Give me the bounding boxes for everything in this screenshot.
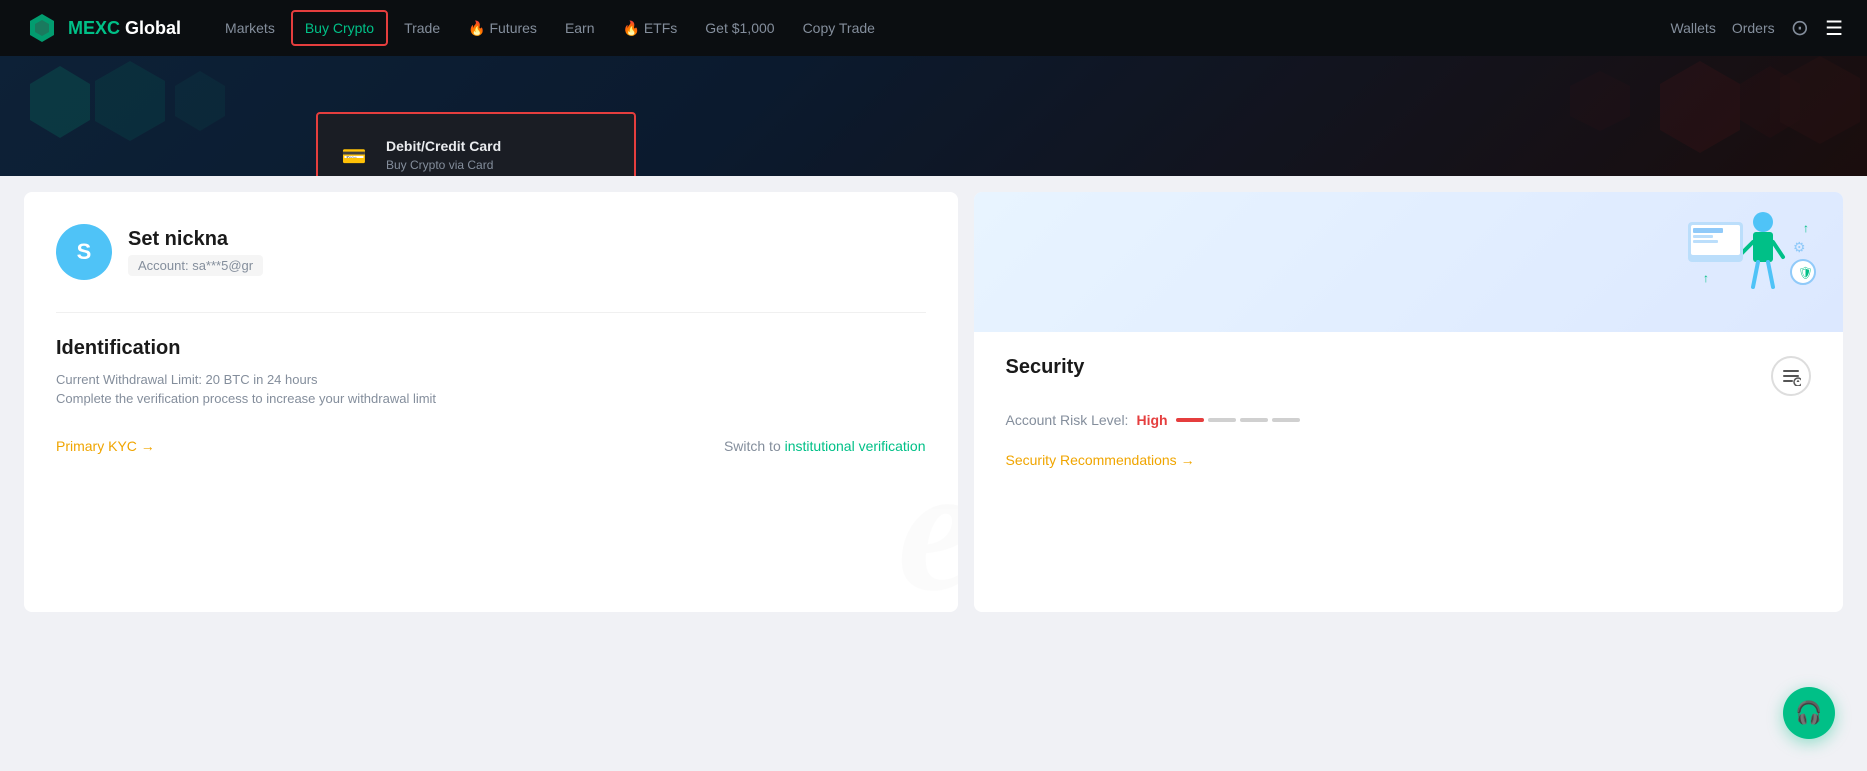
left-panel: S Set nickna Account: sa***5@gr Identifi…: [24, 192, 958, 612]
security-header: Security: [1006, 356, 1812, 396]
svg-text:🛡: 🛡: [1798, 266, 1813, 280]
security-illustration: ↑ ↑ 🛡 ⚙: [1683, 202, 1823, 312]
risk-bars: [1176, 418, 1300, 422]
nav-item-get-1000[interactable]: Get $1,000: [693, 12, 786, 44]
security-section: Security Account Risk Level: High: [974, 332, 1844, 492]
debit-card-title: Debit/Credit Card: [386, 138, 501, 154]
avatar: S: [56, 224, 112, 280]
right-panel-illustration: ↑ ↑ 🛡 ⚙: [974, 192, 1844, 332]
logo-brand: MEXC: [68, 18, 120, 38]
main-content: S Set nickna Account: sa***5@gr Identifi…: [0, 176, 1867, 628]
risk-bar-1: [1176, 418, 1204, 422]
nav-item-etfs[interactable]: 🔥 ETFs: [611, 12, 690, 45]
risk-bar-3: [1240, 418, 1268, 422]
svg-text:⚙: ⚙: [1793, 239, 1806, 255]
buy-crypto-dropdown: 💳 Debit/Credit Card Buy Crypto via Card …: [316, 112, 636, 176]
orders-link[interactable]: Orders: [1732, 20, 1775, 36]
security-details-btn[interactable]: [1771, 356, 1811, 396]
nav-item-copy-trade[interactable]: Copy Trade: [791, 12, 887, 44]
security-title: Security: [1006, 356, 1085, 379]
debit-card-subtitle: Buy Crypto via Card: [386, 158, 501, 172]
withdrawal-limit-text: Current Withdrawal Limit: 20 BTC in 24 h…: [56, 372, 926, 387]
identification-title: Identification: [56, 337, 926, 360]
risk-bar-2: [1208, 418, 1236, 422]
identification-section: Identification Current Withdrawal Limit:…: [56, 312, 926, 454]
svg-text:↑: ↑: [1703, 271, 1709, 285]
risk-label: Account Risk Level:: [1006, 412, 1129, 428]
logo-suffix: Global: [120, 18, 181, 38]
profile-info: Set nickna Account: sa***5@gr: [128, 228, 263, 276]
profile-section: S Set nickna Account: sa***5@gr: [56, 224, 926, 280]
nav-right: Wallets Orders ⊙ ☰: [1670, 15, 1843, 41]
hero-bg: [0, 56, 1867, 176]
verification-desc: Complete the verification process to inc…: [56, 391, 926, 406]
dropdown-item-debit-card[interactable]: 💳 Debit/Credit Card Buy Crypto via Card: [318, 122, 634, 176]
navbar: MEXC Global Markets Buy Crypto Trade 🔥 F…: [0, 0, 1867, 56]
primary-kyc-link[interactable]: Primary KYC →: [56, 438, 155, 454]
risk-value: High: [1136, 412, 1167, 428]
profile-account: Account: sa***5@gr: [128, 255, 263, 276]
hero-section: 💳 Debit/Credit Card Buy Crypto via Card …: [0, 56, 1867, 176]
wallets-link[interactable]: Wallets: [1670, 20, 1715, 36]
security-list-icon: [1781, 366, 1801, 386]
nav-item-futures[interactable]: 🔥 Futures: [456, 12, 549, 45]
logo[interactable]: MEXC Global: [24, 10, 181, 46]
nav-links: Markets Buy Crypto Trade 🔥 Futures Earn …: [213, 10, 1670, 46]
switch-verification-link[interactable]: Switch to institutional verification: [724, 438, 926, 454]
identification-actions: Primary KYC → Switch to institutional ve…: [56, 438, 926, 454]
nav-item-trade[interactable]: Trade: [392, 12, 452, 44]
profile-name: Set nickna: [128, 228, 263, 251]
svg-text:↑: ↑: [1803, 221, 1809, 235]
support-icon: 🎧: [1795, 700, 1822, 726]
right-panel: ↑ ↑ 🛡 ⚙ Security: [974, 192, 1844, 612]
security-recommendations-link[interactable]: Security Recommendations →: [1006, 452, 1195, 468]
switch-text-link: institutional verification: [785, 438, 926, 454]
support-button[interactable]: 🎧: [1783, 687, 1835, 739]
security-actions: Security Recommendations →: [1006, 452, 1812, 468]
risk-bar-4: [1272, 418, 1300, 422]
risk-level-row: Account Risk Level: High: [1006, 412, 1812, 428]
hamburger-icon[interactable]: ☰: [1825, 16, 1843, 41]
dropdown-debit-card-text: Debit/Credit Card Buy Crypto via Card: [386, 138, 501, 172]
nav-item-buy-crypto[interactable]: Buy Crypto: [291, 10, 388, 46]
nav-item-markets[interactable]: Markets: [213, 12, 287, 44]
user-icon[interactable]: ⊙: [1791, 15, 1809, 41]
switch-text-prefix: Switch to: [724, 438, 785, 454]
debit-card-icon: 💳: [338, 140, 370, 172]
logo-text: MEXC Global: [68, 18, 181, 39]
nav-item-earn[interactable]: Earn: [553, 12, 607, 44]
mexc-logo-icon: [24, 10, 60, 46]
